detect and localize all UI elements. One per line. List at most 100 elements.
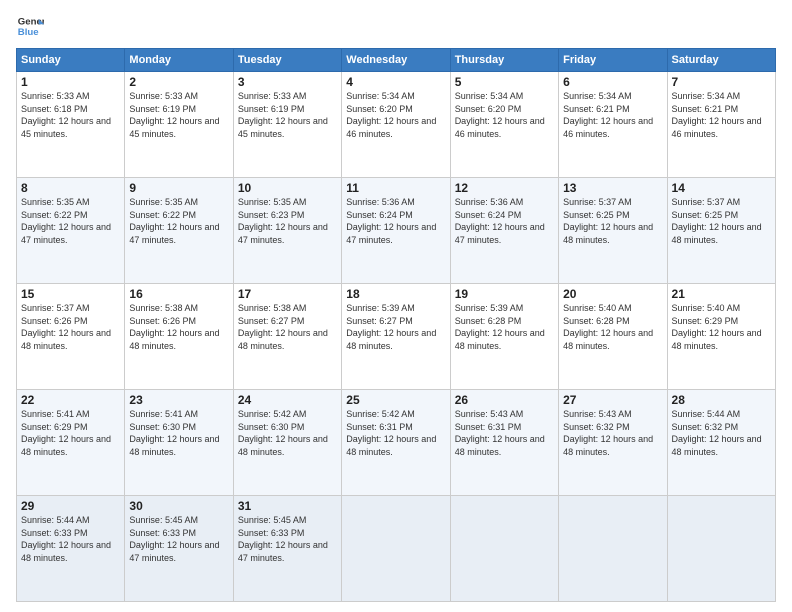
page: General Blue SundayMondayTuesdayWednesda… (0, 0, 792, 612)
calendar-week-2: 8 Sunrise: 5:35 AM Sunset: 6:22 PM Dayli… (17, 178, 776, 284)
day-info: Sunrise: 5:35 AM Sunset: 6:23 PM Dayligh… (238, 196, 337, 246)
day-info: Sunrise: 5:36 AM Sunset: 6:24 PM Dayligh… (346, 196, 445, 246)
calendar-cell: 22 Sunrise: 5:41 AM Sunset: 6:29 PM Dayl… (17, 390, 125, 496)
calendar-cell: 25 Sunrise: 5:42 AM Sunset: 6:31 PM Dayl… (342, 390, 450, 496)
day-info: Sunrise: 5:43 AM Sunset: 6:32 PM Dayligh… (563, 408, 662, 458)
calendar-week-1: 1 Sunrise: 5:33 AM Sunset: 6:18 PM Dayli… (17, 72, 776, 178)
day-number: 25 (346, 393, 445, 407)
day-number: 7 (672, 75, 771, 89)
calendar-cell: 26 Sunrise: 5:43 AM Sunset: 6:31 PM Dayl… (450, 390, 558, 496)
day-number: 26 (455, 393, 554, 407)
day-number: 21 (672, 287, 771, 301)
calendar-cell: 15 Sunrise: 5:37 AM Sunset: 6:26 PM Dayl… (17, 284, 125, 390)
day-number: 17 (238, 287, 337, 301)
calendar-table: SundayMondayTuesdayWednesdayThursdayFrid… (16, 48, 776, 602)
day-info: Sunrise: 5:33 AM Sunset: 6:19 PM Dayligh… (129, 90, 228, 140)
day-number: 4 (346, 75, 445, 89)
calendar-cell: 30 Sunrise: 5:45 AM Sunset: 6:33 PM Dayl… (125, 496, 233, 602)
col-header-monday: Monday (125, 49, 233, 72)
day-number: 10 (238, 181, 337, 195)
col-header-sunday: Sunday (17, 49, 125, 72)
calendar-cell: 9 Sunrise: 5:35 AM Sunset: 6:22 PM Dayli… (125, 178, 233, 284)
day-info: Sunrise: 5:38 AM Sunset: 6:27 PM Dayligh… (238, 302, 337, 352)
day-number: 31 (238, 499, 337, 513)
day-info: Sunrise: 5:33 AM Sunset: 6:18 PM Dayligh… (21, 90, 120, 140)
day-info: Sunrise: 5:40 AM Sunset: 6:28 PM Dayligh… (563, 302, 662, 352)
calendar-cell: 27 Sunrise: 5:43 AM Sunset: 6:32 PM Dayl… (559, 390, 667, 496)
day-info: Sunrise: 5:33 AM Sunset: 6:19 PM Dayligh… (238, 90, 337, 140)
calendar-cell: 12 Sunrise: 5:36 AM Sunset: 6:24 PM Dayl… (450, 178, 558, 284)
day-info: Sunrise: 5:44 AM Sunset: 6:33 PM Dayligh… (21, 514, 120, 564)
svg-text:Blue: Blue (18, 27, 39, 38)
day-info: Sunrise: 5:35 AM Sunset: 6:22 PM Dayligh… (129, 196, 228, 246)
col-header-wednesday: Wednesday (342, 49, 450, 72)
calendar-header-row: SundayMondayTuesdayWednesdayThursdayFrid… (17, 49, 776, 72)
day-number: 30 (129, 499, 228, 513)
calendar-cell: 6 Sunrise: 5:34 AM Sunset: 6:21 PM Dayli… (559, 72, 667, 178)
day-info: Sunrise: 5:42 AM Sunset: 6:31 PM Dayligh… (346, 408, 445, 458)
calendar-cell: 17 Sunrise: 5:38 AM Sunset: 6:27 PM Dayl… (233, 284, 341, 390)
calendar-cell: 13 Sunrise: 5:37 AM Sunset: 6:25 PM Dayl… (559, 178, 667, 284)
day-info: Sunrise: 5:34 AM Sunset: 6:21 PM Dayligh… (672, 90, 771, 140)
day-info: Sunrise: 5:41 AM Sunset: 6:29 PM Dayligh… (21, 408, 120, 458)
calendar-cell: 14 Sunrise: 5:37 AM Sunset: 6:25 PM Dayl… (667, 178, 775, 284)
day-info: Sunrise: 5:35 AM Sunset: 6:22 PM Dayligh… (21, 196, 120, 246)
day-info: Sunrise: 5:37 AM Sunset: 6:26 PM Dayligh… (21, 302, 120, 352)
calendar-cell: 3 Sunrise: 5:33 AM Sunset: 6:19 PM Dayli… (233, 72, 341, 178)
day-number: 19 (455, 287, 554, 301)
calendar-cell: 19 Sunrise: 5:39 AM Sunset: 6:28 PM Dayl… (450, 284, 558, 390)
day-info: Sunrise: 5:38 AM Sunset: 6:26 PM Dayligh… (129, 302, 228, 352)
day-number: 24 (238, 393, 337, 407)
calendar-cell: 2 Sunrise: 5:33 AM Sunset: 6:19 PM Dayli… (125, 72, 233, 178)
calendar-cell (342, 496, 450, 602)
day-number: 27 (563, 393, 662, 407)
calendar-cell: 11 Sunrise: 5:36 AM Sunset: 6:24 PM Dayl… (342, 178, 450, 284)
day-info: Sunrise: 5:42 AM Sunset: 6:30 PM Dayligh… (238, 408, 337, 458)
calendar-cell: 8 Sunrise: 5:35 AM Sunset: 6:22 PM Dayli… (17, 178, 125, 284)
day-number: 5 (455, 75, 554, 89)
day-number: 23 (129, 393, 228, 407)
day-number: 6 (563, 75, 662, 89)
col-header-tuesday: Tuesday (233, 49, 341, 72)
day-info: Sunrise: 5:39 AM Sunset: 6:27 PM Dayligh… (346, 302, 445, 352)
day-number: 20 (563, 287, 662, 301)
calendar-cell: 21 Sunrise: 5:40 AM Sunset: 6:29 PM Dayl… (667, 284, 775, 390)
day-number: 3 (238, 75, 337, 89)
day-info: Sunrise: 5:44 AM Sunset: 6:32 PM Dayligh… (672, 408, 771, 458)
day-info: Sunrise: 5:37 AM Sunset: 6:25 PM Dayligh… (672, 196, 771, 246)
logo-icon: General Blue (16, 12, 44, 40)
day-number: 2 (129, 75, 228, 89)
col-header-thursday: Thursday (450, 49, 558, 72)
day-number: 18 (346, 287, 445, 301)
day-number: 28 (672, 393, 771, 407)
day-number: 8 (21, 181, 120, 195)
calendar-cell: 31 Sunrise: 5:45 AM Sunset: 6:33 PM Dayl… (233, 496, 341, 602)
calendar-cell (667, 496, 775, 602)
day-number: 12 (455, 181, 554, 195)
logo: General Blue (16, 12, 44, 40)
day-info: Sunrise: 5:40 AM Sunset: 6:29 PM Dayligh… (672, 302, 771, 352)
day-number: 16 (129, 287, 228, 301)
day-info: Sunrise: 5:34 AM Sunset: 6:20 PM Dayligh… (346, 90, 445, 140)
day-number: 14 (672, 181, 771, 195)
day-info: Sunrise: 5:41 AM Sunset: 6:30 PM Dayligh… (129, 408, 228, 458)
calendar-cell: 20 Sunrise: 5:40 AM Sunset: 6:28 PM Dayl… (559, 284, 667, 390)
calendar-cell: 29 Sunrise: 5:44 AM Sunset: 6:33 PM Dayl… (17, 496, 125, 602)
calendar-cell: 1 Sunrise: 5:33 AM Sunset: 6:18 PM Dayli… (17, 72, 125, 178)
day-number: 11 (346, 181, 445, 195)
calendar-cell: 16 Sunrise: 5:38 AM Sunset: 6:26 PM Dayl… (125, 284, 233, 390)
calendar-cell: 24 Sunrise: 5:42 AM Sunset: 6:30 PM Dayl… (233, 390, 341, 496)
day-info: Sunrise: 5:34 AM Sunset: 6:21 PM Dayligh… (563, 90, 662, 140)
calendar-week-4: 22 Sunrise: 5:41 AM Sunset: 6:29 PM Dayl… (17, 390, 776, 496)
day-info: Sunrise: 5:39 AM Sunset: 6:28 PM Dayligh… (455, 302, 554, 352)
calendar-cell (450, 496, 558, 602)
day-info: Sunrise: 5:37 AM Sunset: 6:25 PM Dayligh… (563, 196, 662, 246)
day-info: Sunrise: 5:45 AM Sunset: 6:33 PM Dayligh… (129, 514, 228, 564)
calendar-cell: 18 Sunrise: 5:39 AM Sunset: 6:27 PM Dayl… (342, 284, 450, 390)
calendar-week-5: 29 Sunrise: 5:44 AM Sunset: 6:33 PM Dayl… (17, 496, 776, 602)
day-info: Sunrise: 5:43 AM Sunset: 6:31 PM Dayligh… (455, 408, 554, 458)
day-number: 13 (563, 181, 662, 195)
calendar-cell: 7 Sunrise: 5:34 AM Sunset: 6:21 PM Dayli… (667, 72, 775, 178)
day-number: 15 (21, 287, 120, 301)
header: General Blue (16, 12, 776, 40)
